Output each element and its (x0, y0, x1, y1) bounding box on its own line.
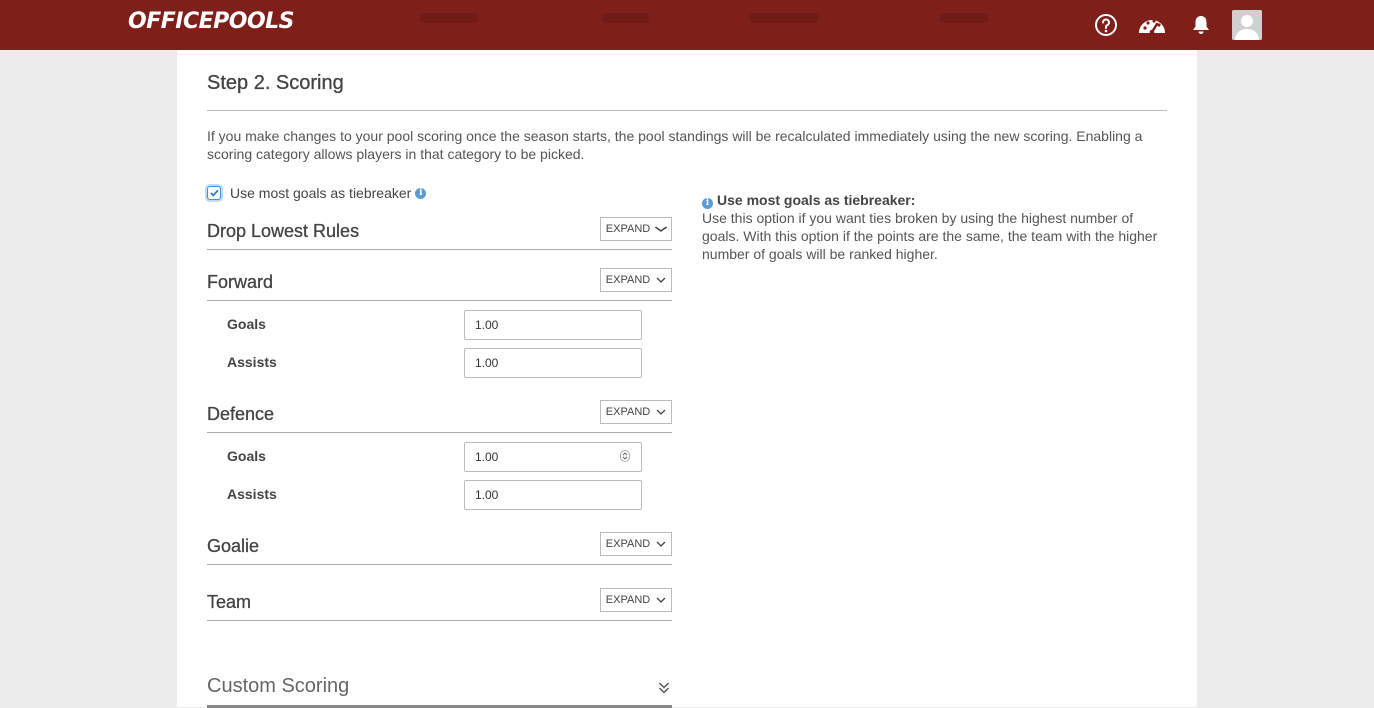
defence-goals-row: Goals (227, 442, 642, 472)
stepper-icon[interactable] (620, 450, 630, 462)
chevron-down-icon (654, 226, 668, 232)
section-custom-scoring: Custom Scoring (207, 675, 672, 708)
nav-item-2[interactable] (603, 13, 649, 23)
top-navbar: OFFICEPOOLS (0, 0, 1374, 50)
double-chevron-down-icon[interactable] (658, 681, 670, 695)
info-icon: i (702, 197, 713, 209)
chevron-down-icon (656, 409, 666, 415)
section-title: Team (207, 592, 252, 612)
forward-goals-row: Goals (227, 310, 642, 340)
forward-assists-row: Assists (227, 348, 642, 378)
expand-label: EXPAND (605, 223, 651, 235)
expand-label: EXPAND (605, 538, 651, 550)
section-team: Team EXPAND (207, 588, 672, 621)
section-title: Forward (207, 272, 274, 292)
tiebreaker-checkbox[interactable] (207, 186, 221, 200)
nav-item-1[interactable] (420, 13, 478, 23)
tiebreaker-option[interactable]: Use most goals as tiebreaker i (207, 184, 427, 202)
expand-button[interactable]: EXPAND (600, 532, 672, 556)
field-label: Goals (227, 448, 266, 464)
forward-goals-input[interactable] (464, 310, 642, 340)
expand-button[interactable]: EXPAND (600, 268, 672, 292)
defence-goals-input[interactable] (464, 442, 642, 472)
defence-assists-input[interactable] (464, 480, 642, 510)
expand-button[interactable]: EXPAND (600, 400, 672, 424)
field-label: Assists (227, 354, 277, 370)
tiebreaker-label[interactable]: Use most goals as tiebreaker (230, 185, 411, 201)
section-title: Defence (207, 404, 275, 424)
avatar[interactable] (1232, 10, 1262, 40)
section-goalie: Goalie EXPAND (207, 532, 672, 565)
section-title: Drop Lowest Rules (207, 221, 360, 241)
expand-button[interactable]: EXPAND (600, 217, 672, 241)
chevron-down-icon (656, 277, 666, 283)
section-forward: Forward EXPAND (207, 268, 672, 301)
officepools-logo[interactable]: OFFICEPOOLS (128, 9, 295, 34)
expand-label: EXPAND (605, 274, 651, 286)
chevron-down-icon (656, 541, 666, 547)
field-label: Assists (227, 486, 277, 502)
expand-button[interactable]: EXPAND (600, 588, 672, 612)
section-title: Custom Scoring (207, 675, 350, 697)
field-label: Goals (227, 316, 266, 332)
nav-item-4[interactable] (940, 13, 988, 23)
expand-label: EXPAND (605, 406, 651, 418)
page-title: Step 2. Scoring (207, 72, 344, 94)
scoring-panel: Step 2. Scoring If you make changes to y… (177, 50, 1197, 708)
chevron-down-icon (656, 597, 666, 603)
bell-icon[interactable] (1187, 11, 1215, 39)
defence-assists-row: Assists (227, 480, 642, 510)
expand-label: EXPAND (605, 594, 651, 606)
dashboard-icon[interactable] (1138, 11, 1166, 39)
help-title: Use most goals as tiebreaker: (717, 192, 916, 208)
section-title: Goalie (207, 536, 260, 556)
info-icon[interactable]: i (415, 187, 427, 199)
section-drop-lowest: Drop Lowest Rules EXPAND (207, 217, 672, 250)
tiebreaker-help: i Use most goals as tiebreaker: Use this … (702, 191, 1172, 263)
forward-assists-input[interactable] (464, 348, 642, 378)
help-icon[interactable] (1092, 11, 1120, 39)
intro-text: If you make changes to your pool scoring… (207, 128, 1143, 162)
title-divider (207, 110, 1167, 111)
nav-item-3[interactable] (750, 13, 818, 23)
help-body: Use this option if you want ties broken … (702, 210, 1158, 262)
section-defence: Defence EXPAND (207, 400, 672, 433)
